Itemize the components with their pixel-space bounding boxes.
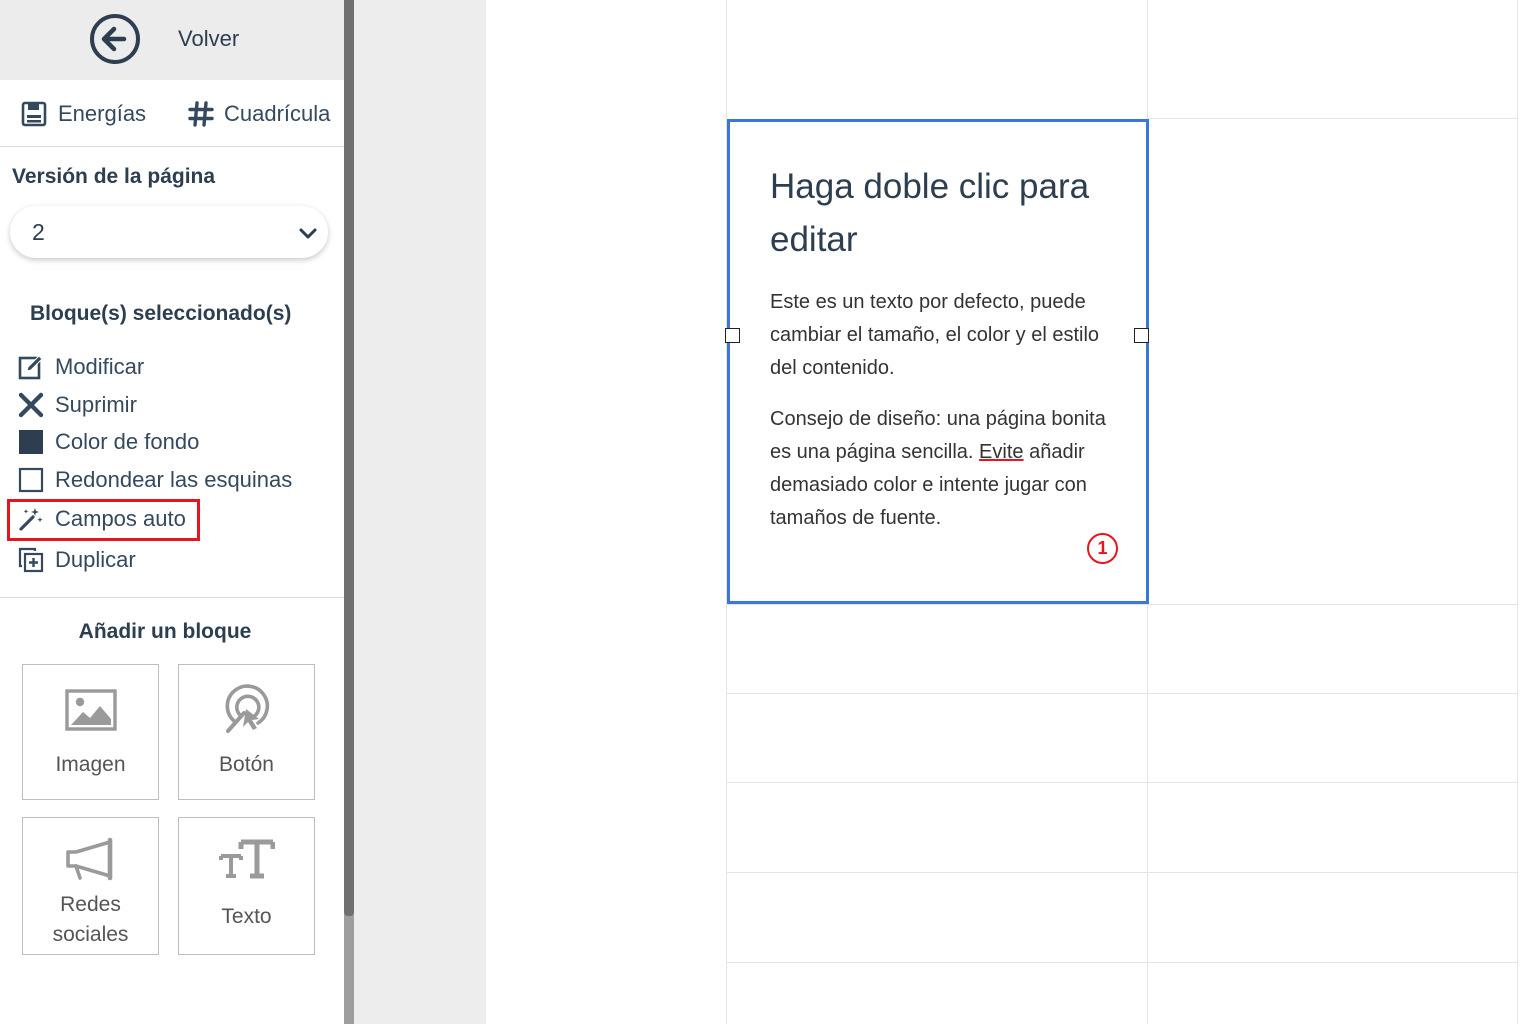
energias-label: Energías <box>58 101 147 126</box>
image-icon <box>23 689 158 731</box>
text-size-icon <box>179 838 314 882</box>
duplicar-label: Duplicar <box>55 547 136 572</box>
color-fondo-label: Color de fondo <box>55 429 200 454</box>
modificar-action[interactable]: Modificar <box>18 352 144 382</box>
chevron-down-icon <box>299 228 317 239</box>
save-icon <box>21 101 47 127</box>
divider <box>0 597 344 598</box>
top-tools: Energías Cuadrícula <box>0 80 344 147</box>
annotation-badge: 1 <box>1087 533 1118 564</box>
edit-icon <box>18 354 44 380</box>
grid-line <box>726 872 1518 873</box>
sidebar-scrollbar[interactable] <box>344 0 354 1024</box>
duplicar-action[interactable]: Duplicar <box>18 545 136 575</box>
grid-line <box>1147 118 1518 119</box>
add-image-tile[interactable]: Imagen <box>22 664 159 800</box>
canvas-gutter <box>354 0 486 1024</box>
boton-label: Botón <box>219 753 274 776</box>
grid-line <box>1517 0 1518 1024</box>
add-social-tile[interactable]: Redes sociales <box>22 817 159 955</box>
version-select[interactable]: 2 <box>10 206 328 258</box>
megaphone-icon <box>23 836 158 882</box>
add-button-tile[interactable]: Botón <box>178 664 315 800</box>
block-paragraph-2[interactable]: Consejo de diseño: una página bonita es … <box>770 403 1130 535</box>
suprimir-action[interactable]: Suprimir <box>18 390 137 420</box>
grid-line <box>726 604 1518 605</box>
version-title: Versión de la página <box>12 165 216 188</box>
sidebar: Volver Energías Cuadrícula Versión de la… <box>0 0 344 1024</box>
campos-auto-action[interactable]: Campos auto <box>18 504 186 534</box>
back-arrow-icon[interactable] <box>88 12 142 66</box>
cuadricula-button[interactable]: Cuadrícula <box>188 98 330 130</box>
block-heading[interactable]: Haga doble clic para editar <box>770 160 1130 266</box>
resize-handle-right[interactable] <box>1134 328 1149 343</box>
duplicate-icon <box>18 547 44 573</box>
block-paragraph-1[interactable]: Este es un texto por defecto, puede camb… <box>770 286 1130 385</box>
back-bar: Volver <box>0 0 344 80</box>
grid-line <box>726 962 1518 963</box>
campos-auto-label: Campos auto <box>55 506 186 531</box>
redes-label-2: sociales <box>52 923 129 946</box>
click-icon <box>179 683 314 737</box>
scrollbar-thumb[interactable] <box>344 0 354 916</box>
imagen-label: Imagen <box>55 753 126 776</box>
selected-text-block[interactable]: Haga doble clic para editar Este es un t… <box>727 119 1149 604</box>
hashtag-icon <box>188 101 214 127</box>
redondear-action[interactable]: Redondear las esquinas <box>18 465 292 495</box>
redondear-label: Redondear las esquinas <box>55 467 293 492</box>
color-swatch-icon <box>18 429 44 455</box>
back-label[interactable]: Volver <box>178 26 239 52</box>
redes-label-1: Redes <box>60 893 121 916</box>
modificar-label: Modificar <box>55 354 145 379</box>
add-text-tile[interactable]: Texto <box>178 817 315 955</box>
texto-label: Texto <box>221 905 272 928</box>
magic-wand-icon <box>18 506 44 532</box>
close-icon <box>18 392 44 418</box>
grid-line <box>726 782 1518 783</box>
resize-handle-left[interactable] <box>725 328 740 343</box>
version-value: 2 <box>32 219 45 245</box>
cuadricula-label: Cuadrícula <box>224 101 331 126</box>
spellcheck-word: Evite <box>979 441 1024 463</box>
grid-line <box>726 693 1518 694</box>
selected-blocks-title: Bloque(s) seleccionado(s) <box>30 302 292 325</box>
suprimir-label: Suprimir <box>55 392 137 417</box>
add-block-title: Añadir un bloque <box>78 620 252 643</box>
color-fondo-action[interactable]: Color de fondo <box>18 427 199 457</box>
energias-button[interactable]: Energías <box>20 98 146 130</box>
checkbox-icon[interactable] <box>18 467 44 493</box>
